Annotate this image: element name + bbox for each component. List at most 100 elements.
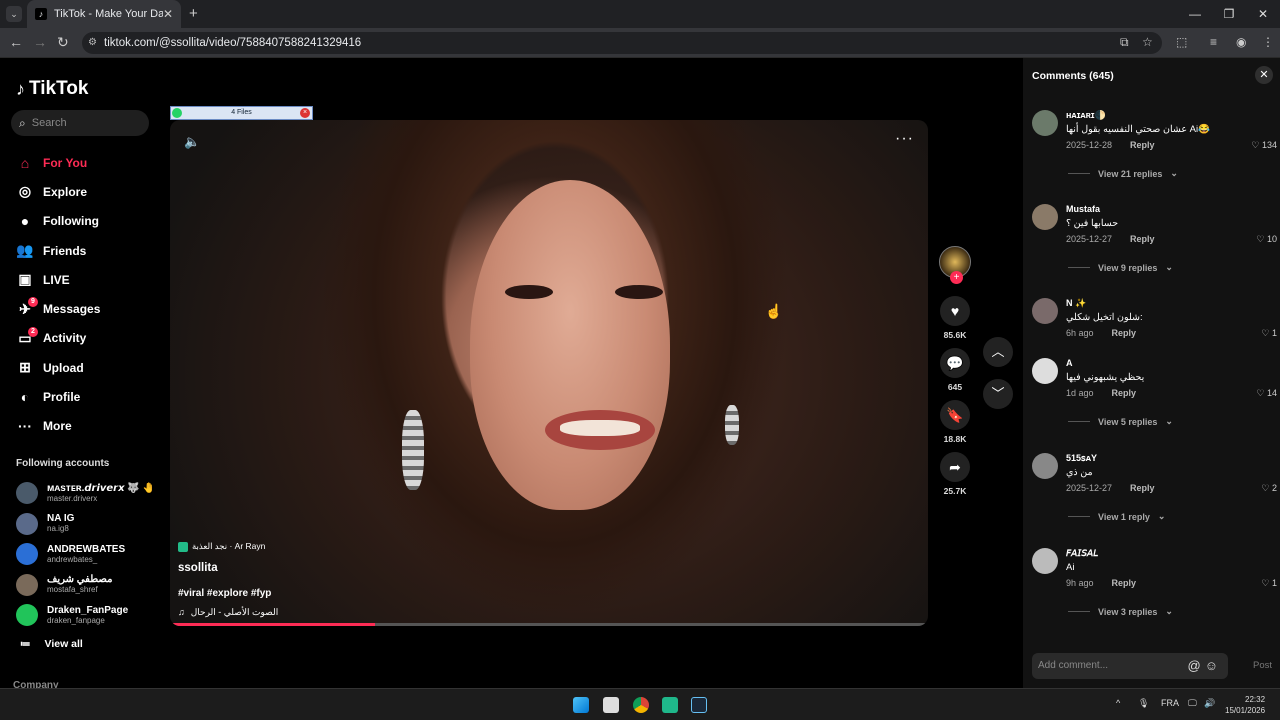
files-close-icon[interactable]: × bbox=[300, 108, 310, 118]
network-icon[interactable]: 🖵 bbox=[1188, 698, 1197, 709]
sidebar-item-explore[interactable]: ◎ Explore bbox=[16, 177, 100, 206]
location-tag[interactable]: نجد العذبة · Ar Rayn bbox=[178, 541, 278, 552]
mention-icon[interactable]: @ bbox=[1188, 658, 1205, 673]
back-icon[interactable]: ← bbox=[9, 34, 23, 50]
tab-search-icon[interactable]: ⌄ bbox=[6, 6, 22, 22]
commenter-name[interactable]: A bbox=[1066, 358, 1073, 368]
follow-plus-icon[interactable]: + bbox=[950, 271, 963, 284]
sidebar-item-friends[interactable]: 👥 Friends bbox=[16, 236, 100, 265]
files-notification-bar[interactable]: 4 Files × bbox=[170, 106, 313, 120]
following-account[interactable]: مصطفي شريف mostafa_shref bbox=[16, 570, 155, 601]
chrome-icon[interactable] bbox=[633, 697, 649, 713]
reply-button[interactable]: Reply bbox=[1130, 483, 1155, 493]
commenter-avatar[interactable] bbox=[1032, 548, 1058, 574]
sidebar-item-messages[interactable]: ✈ 9 Messages bbox=[16, 294, 100, 323]
volume-icon[interactable]: 🔈 bbox=[184, 134, 200, 150]
bookmark-star-icon[interactable]: ☆ bbox=[1142, 35, 1153, 49]
comment-like[interactable]: ♡ 134 bbox=[1251, 140, 1277, 151]
whatsapp-app-icon[interactable] bbox=[662, 697, 678, 713]
new-tab-button[interactable]: + bbox=[189, 5, 198, 22]
commenter-avatar[interactable] bbox=[1032, 110, 1058, 136]
commenter-avatar[interactable] bbox=[1032, 298, 1058, 324]
language-indicator[interactable]: FRA bbox=[1161, 698, 1179, 708]
video-progress-bar[interactable] bbox=[170, 623, 928, 626]
view-replies-button[interactable]: View 9 replies ⌄ bbox=[1068, 262, 1173, 273]
sidebar-item-activity[interactable]: ▭ 2 Activity bbox=[16, 324, 100, 353]
reply-button[interactable]: Reply bbox=[1112, 328, 1137, 338]
reload-icon[interactable]: ↻ bbox=[57, 34, 69, 51]
comment-like[interactable]: ♡ 10 bbox=[1256, 234, 1277, 245]
commenter-name[interactable]: Mustafa bbox=[1066, 204, 1100, 214]
bookmark-icon[interactable]: 🔖 bbox=[940, 400, 970, 430]
add-comment-input[interactable]: Add comment... @☺ bbox=[1032, 653, 1228, 679]
comment-action[interactable]: 💬 645 bbox=[938, 348, 972, 392]
commenter-name[interactable]: 515ꜱᴀY bbox=[1066, 453, 1097, 464]
view-replies-button[interactable]: View 1 reply ⌄ bbox=[1068, 511, 1165, 522]
reply-button[interactable]: Reply bbox=[1130, 234, 1155, 244]
emoji-icon[interactable]: ☺ bbox=[1205, 658, 1222, 673]
extensions-icon[interactable]: ⬚ bbox=[1176, 35, 1187, 49]
microphone-icon[interactable]: 🎙 bbox=[1138, 698, 1149, 709]
address-bar[interactable]: ⚙ tiktok.com/@ssollita/video/75884075882… bbox=[82, 32, 1162, 54]
search-input[interactable]: ⌕ Search bbox=[11, 110, 149, 136]
sidebar-item-for-you[interactable]: ⌂ For You bbox=[16, 148, 100, 177]
reply-button[interactable]: Reply bbox=[1112, 388, 1137, 398]
reading-list-icon[interactable]: ≡ bbox=[1210, 35, 1217, 49]
commenter-avatar[interactable] bbox=[1032, 358, 1058, 384]
commenter-name[interactable]: N ✨ bbox=[1066, 298, 1086, 309]
speaker-icon[interactable]: 🔊 bbox=[1204, 698, 1215, 709]
commenter-avatar[interactable] bbox=[1032, 453, 1058, 479]
share-icon[interactable]: ➦ bbox=[940, 452, 970, 482]
reply-button[interactable]: Reply bbox=[1112, 578, 1137, 588]
window-close-button[interactable]: ✕ bbox=[1246, 0, 1280, 28]
commenter-name[interactable]: ʜᴀɪᴀʀɪ🌓 bbox=[1066, 110, 1106, 121]
maximize-button[interactable]: ❐ bbox=[1212, 0, 1246, 28]
view-replies-button[interactable]: View 3 replies ⌄ bbox=[1068, 606, 1173, 617]
creator-avatar[interactable]: + bbox=[939, 246, 971, 284]
windows-start-icon[interactable] bbox=[573, 697, 589, 713]
forward-icon[interactable]: → bbox=[33, 34, 47, 50]
cast-icon[interactable]: ⧉ bbox=[1120, 35, 1129, 50]
reply-button[interactable]: Reply bbox=[1130, 140, 1155, 150]
comment-like[interactable]: ♡ 1 bbox=[1261, 328, 1277, 339]
following-account[interactable]: ANDREWBATES andrewbates_ bbox=[16, 539, 155, 570]
commenter-avatar[interactable] bbox=[1032, 204, 1058, 230]
sidebar-item-more[interactable]: ··· More bbox=[16, 412, 100, 441]
view-replies-button[interactable]: View 5 replies ⌄ bbox=[1068, 416, 1173, 427]
like-action[interactable]: ♥ 85.6K bbox=[938, 296, 972, 340]
sidebar-item-following[interactable]: ● Following bbox=[16, 207, 100, 236]
previous-video-button[interactable]: ︿ bbox=[983, 337, 1013, 367]
tiktok-logo[interactable]: ♪ TikTok bbox=[16, 78, 88, 100]
share-action[interactable]: ➦ 25.7K bbox=[938, 452, 972, 496]
post-button[interactable]: Post bbox=[1253, 660, 1272, 671]
view-replies-button[interactable]: View 21 replies ⌄ bbox=[1068, 168, 1178, 179]
tray-chevron-icon[interactable]: ^ bbox=[1116, 698, 1120, 708]
video-hashtags[interactable]: #viral #explore #fyp bbox=[178, 588, 278, 599]
sidebar-item-upload[interactable]: ⊞ Upload bbox=[16, 353, 100, 382]
system-clock[interactable]: 22:32 15/01/2026 bbox=[1225, 694, 1265, 716]
following-account[interactable]: Draken_FanPage draken_fanpage bbox=[16, 600, 155, 631]
sidebar-item-live[interactable]: ▣ LIVE bbox=[16, 265, 100, 294]
minimize-button[interactable]: — bbox=[1178, 0, 1212, 28]
profile-avatar-icon[interactable]: ◉ bbox=[1236, 35, 1246, 49]
view-all-link[interactable]: ≔ View all bbox=[20, 638, 83, 650]
steam-icon[interactable] bbox=[691, 697, 707, 713]
save-action[interactable]: 🔖 18.8K bbox=[938, 400, 972, 444]
comment-like[interactable]: ♡ 2 bbox=[1261, 483, 1277, 494]
browser-tab[interactable]: ♪ TikTok - Make Your Day ✕ bbox=[27, 0, 181, 28]
file-explorer-icon[interactable] bbox=[603, 697, 619, 713]
commenter-name[interactable]: 𝘍𝘈𝘐𝘚𝘈𝘓 bbox=[1066, 548, 1098, 559]
following-account[interactable]: NA IG na.ig8 bbox=[16, 509, 155, 540]
close-comments-icon[interactable]: ✕ bbox=[1255, 66, 1273, 84]
comment-like[interactable]: ♡ 1 bbox=[1261, 578, 1277, 589]
tab-close-icon[interactable]: ✕ bbox=[163, 7, 173, 21]
comment-icon[interactable]: 💬 bbox=[940, 348, 970, 378]
video-player[interactable]: 🔈 ··· نجد العذبة · Ar Rayn ssollita #vir… bbox=[170, 120, 928, 626]
next-video-button[interactable]: ﹀ bbox=[983, 379, 1013, 409]
sidebar-item-profile[interactable]: ◐ Profile bbox=[16, 382, 100, 411]
more-options-icon[interactable]: ··· bbox=[895, 130, 914, 148]
video-author[interactable]: ssollita bbox=[178, 562, 278, 574]
chrome-menu-icon[interactable]: ⋮ bbox=[1262, 35, 1274, 49]
following-account[interactable]: ᴍᴀsᴛᴇʀ.𝙙𝙧𝙞𝙫𝙚𝙧𝙭 🐺 🤚 master.driverx bbox=[16, 478, 155, 509]
comment-like[interactable]: ♡ 14 bbox=[1256, 388, 1277, 399]
